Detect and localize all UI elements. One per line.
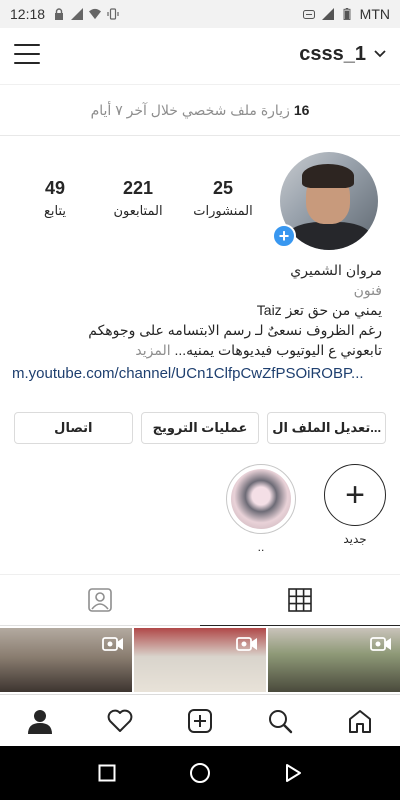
profile-visits-banner[interactable]: 16 زيارة ملف شخصي خلال آخر ٧ أيام: [0, 84, 400, 136]
following-stat[interactable]: 49 يتابع: [24, 178, 86, 219]
avatar-wrap: +: [272, 152, 378, 250]
video-icon: [102, 637, 123, 651]
lock-icon: [55, 8, 64, 20]
edit-profile-button[interactable]: تعديل الملف ال...: [267, 412, 387, 444]
chevron-down-icon: [374, 50, 386, 58]
back-icon: [286, 764, 302, 782]
nav-home[interactable]: [320, 695, 400, 746]
post-thumbnail[interactable]: [134, 628, 266, 692]
profile-bio: مروان الشميري فنون يمني من حق تعز Taiz ر…: [12, 260, 382, 384]
nav-profile[interactable]: [0, 695, 80, 746]
post-thumbnail[interactable]: [0, 628, 132, 692]
highlight-ring: [226, 464, 296, 534]
home-icon: [349, 709, 371, 733]
highlight-new[interactable]: + جديد: [324, 464, 386, 546]
nav-add-post[interactable]: [160, 695, 240, 746]
add-story-icon[interactable]: +: [272, 224, 296, 248]
posts-label: المنشورات: [193, 203, 253, 218]
profile-tabs: [0, 574, 400, 626]
status-left-icons: [53, 8, 119, 20]
recents-icon: [98, 764, 116, 782]
wifi-icon: [89, 8, 102, 20]
status-bar: 12:18 MTN: [0, 0, 400, 28]
status-time: 12:18: [10, 6, 46, 22]
signal-icon: [321, 8, 334, 20]
profile-header: csss_1: [0, 28, 400, 80]
battery-icon: [343, 8, 351, 20]
bio-line-1: يمني من حق تعز Taiz: [256, 302, 382, 318]
tab-tagged[interactable]: [0, 575, 200, 626]
bio-more-link[interactable]: المزيد: [135, 342, 170, 358]
post-thumbnail[interactable]: [268, 628, 400, 692]
tagged-person-icon: [88, 588, 112, 612]
vpn-icon: [302, 10, 315, 19]
contact-button[interactable]: اتصال: [14, 412, 133, 444]
bio-line-3-wrap: تابعوني ع اليوتيوب فيديوهات يمنيه... الم…: [12, 340, 382, 360]
visits-count: 16: [293, 102, 310, 118]
followers-stat[interactable]: 221 المتابعون: [102, 178, 174, 219]
profile-action-buttons: اتصال عمليات الترويج تعديل الملف ال...: [14, 412, 387, 444]
video-icon: [236, 637, 257, 651]
posts-count: 25: [212, 178, 234, 198]
posts-stat[interactable]: 25 المنشورات: [190, 178, 256, 219]
tab-grid[interactable]: [200, 575, 400, 626]
followers-label: المتابعون: [113, 203, 163, 218]
followers-count: 221: [122, 178, 154, 198]
promotions-button[interactable]: عمليات الترويج: [140, 412, 260, 444]
android-navigation-bar: [0, 746, 400, 800]
posts-grid: [0, 628, 400, 692]
signal-icon: [71, 8, 84, 20]
profile-category: فنون: [353, 282, 382, 298]
hamburger-icon[interactable]: [14, 44, 40, 64]
highlight-story-label: ..: [257, 540, 265, 554]
heart-icon: [107, 709, 133, 732]
bottom-navigation: [0, 694, 400, 746]
home-circle-icon: [189, 763, 210, 783]
highlight-new-label: جديد: [343, 532, 367, 546]
vibrate-icon: [107, 8, 119, 20]
visits-text: زيارة ملف شخصي خلال آخر ٧ أيام: [90, 101, 290, 118]
profile-name: مروان الشميري: [290, 262, 382, 278]
video-icon: [370, 637, 391, 651]
bio-line-2: رغم الظروف نسعىٌ لـ رسم الابتسامه على وج…: [88, 322, 382, 338]
add-post-icon: [188, 708, 212, 733]
bio-website-link[interactable]: m.youtube.com/channel/UCn1ClfpCwZfPSOiRO…: [12, 364, 382, 384]
bio-line-3: تابعوني ع اليوتيوب فيديوهات يمنيه...: [174, 342, 382, 358]
following-count: 49: [44, 178, 66, 198]
profile-icon: [28, 709, 52, 734]
plus-icon: +: [324, 464, 386, 526]
search-icon: [269, 709, 293, 733]
home-button[interactable]: [180, 753, 220, 793]
following-label: يتابع: [43, 203, 67, 218]
highlight-thumbnail: [231, 469, 291, 529]
highlight-story[interactable]: ..: [226, 464, 296, 554]
status-right-icons: MTN: [302, 6, 390, 22]
nav-activity[interactable]: [80, 695, 160, 746]
username: csss_1: [299, 42, 366, 65]
grid-icon: [288, 588, 312, 612]
nav-search[interactable]: [240, 695, 320, 746]
carrier-name: MTN: [359, 6, 390, 22]
back-button[interactable]: [273, 753, 313, 793]
recents-button[interactable]: [87, 753, 127, 793]
account-switcher[interactable]: csss_1: [299, 43, 386, 66]
